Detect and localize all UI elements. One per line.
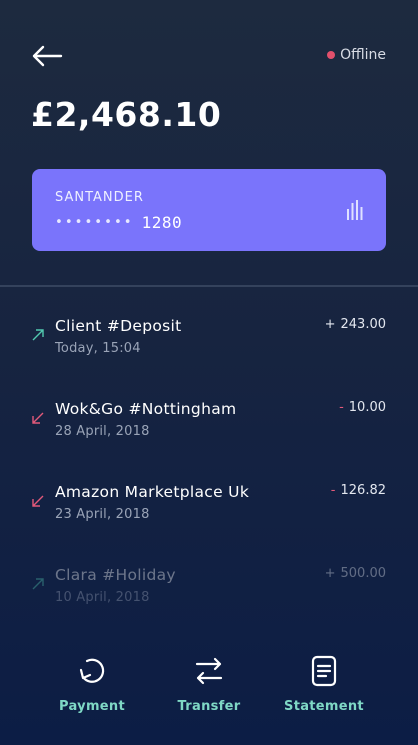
transfer-arrows-icon [195,657,223,685]
transaction-name: Wok&Go #Nottingham [55,400,237,418]
arrow-left-icon [32,45,63,67]
transaction-date: Today, 15:04 [55,341,141,356]
transaction-date: 28 April, 2018 [55,424,150,439]
transaction-row[interactable]: Wok&Go #Nottingham 28 April, 2018 -10.00 [0,400,418,460]
nav-transfer[interactable]: Transfer [154,655,264,714]
nav-statement[interactable]: Statement [269,655,379,714]
transaction-amount: -10.00 [339,400,386,415]
transaction-name: Amazon Marketplace Uk [55,483,250,501]
transaction-date: 10 April, 2018 [55,590,150,605]
card-last-four: 1280 [141,213,183,232]
transaction-row[interactable]: Amazon Marketplace Uk 23 April, 2018 -12… [0,483,418,543]
document-icon [311,655,337,687]
amount-sign: + [324,317,336,332]
amount-sign: - [330,483,336,498]
amount-value: 10.00 [348,400,386,415]
transaction-row[interactable]: Client #Deposit Today, 15:04 +243.00 [0,317,418,377]
card-bank-name: SANTANDER [55,190,144,205]
transaction-name: Client #Deposit [55,317,182,335]
amount-value: 500.00 [340,566,387,581]
transaction-date: 23 April, 2018 [55,507,150,522]
nav-payment[interactable]: Payment [37,655,147,714]
nav-transfer-label: Transfer [177,699,241,714]
nav-statement-label: Statement [284,699,364,714]
arrow-up-right-icon [32,329,44,341]
back-button[interactable] [31,44,63,68]
refresh-icon [79,658,105,683]
arrow-down-left-icon [32,495,44,507]
arrow-down-left-icon [32,412,44,424]
account-header: Offline £2,468.10 SANTANDER •••••••• 128… [0,0,418,285]
transaction-amount: +243.00 [325,317,386,332]
card-number: •••••••• 1280 [55,213,182,232]
amount-sign: + [324,566,336,581]
amount-sign: - [339,400,344,415]
nav-payment-label: Payment [59,699,125,714]
bank-card[interactable]: SANTANDER •••••••• 1280 [32,169,386,251]
connection-status: Offline [327,47,386,63]
section-divider [0,285,418,287]
bar-chart-icon[interactable] [346,199,364,221]
card-masked-digits: •••••••• [55,215,134,230]
status-dot-icon [327,51,336,59]
transaction-amount: -126.82 [331,483,386,498]
amount-value: 243.00 [340,317,387,332]
transaction-row[interactable]: Clara #Holiday 10 April, 2018 +500.00 [0,566,418,626]
amount-value: 126.82 [340,483,387,498]
transaction-amount: +500.00 [325,566,386,581]
account-balance: £2,468.10 [31,95,222,134]
arrow-up-right-icon [32,578,44,590]
status-label: Offline [340,47,386,63]
transaction-name: Clara #Holiday [55,566,176,584]
